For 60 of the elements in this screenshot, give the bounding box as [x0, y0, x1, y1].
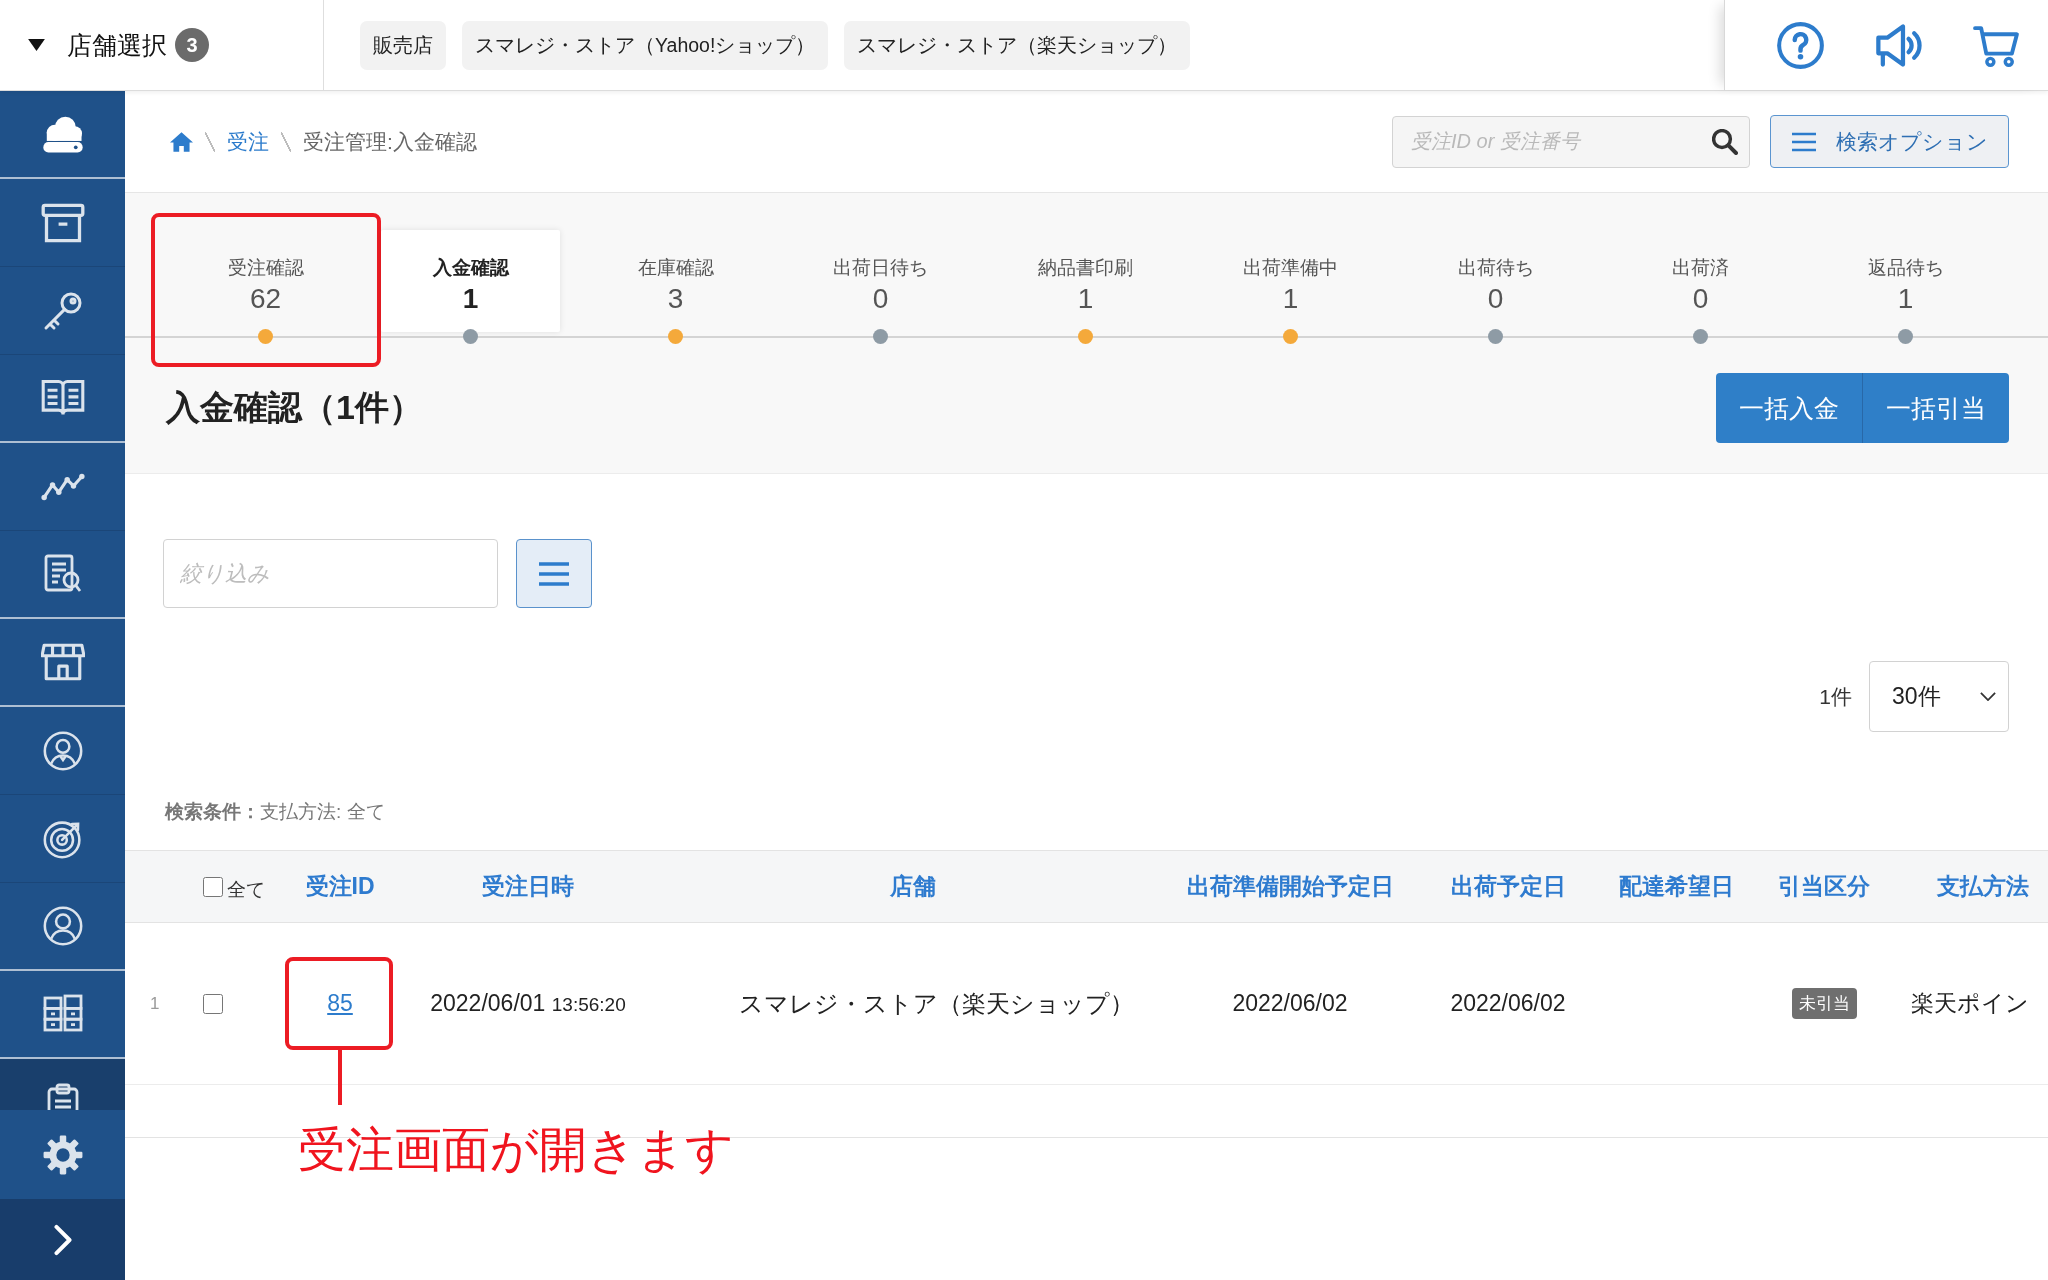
select-all-checkbox[interactable]	[203, 876, 223, 897]
column-header[interactable]: 引当区分	[1778, 871, 1870, 902]
menu-icon	[539, 561, 569, 586]
status-tab[interactable]: 出荷準備中 1	[1201, 230, 1380, 332]
order-datetime: 2022/06/01 13:56:20	[430, 990, 626, 1017]
status-tab[interactable]: 入金確認 1	[381, 230, 560, 332]
store-chip[interactable]: 販売店	[360, 20, 446, 70]
settings-icon[interactable]	[42, 1134, 83, 1175]
cloud-icon[interactable]	[40, 114, 85, 154]
count-badge: 3	[175, 28, 209, 62]
chevron-right-icon[interactable]	[53, 1223, 72, 1256]
chevron-down-icon	[1980, 692, 1996, 701]
column-header[interactable]: 店舗	[890, 871, 936, 902]
bulk-action-button[interactable]: 一括引当	[1862, 373, 2009, 443]
result-count: 1件	[1819, 683, 1852, 710]
payment-method: 楽天ポイン	[1911, 989, 2029, 1018]
bulk-action-button[interactable]: 一括入金	[1716, 373, 1862, 443]
archive-box-icon[interactable]	[40, 202, 85, 243]
status-tab[interactable]: 返品待ち 1	[1816, 230, 1995, 332]
home-icon[interactable]	[170, 131, 193, 152]
book-icon[interactable]	[40, 378, 85, 418]
breadcrumb-link[interactable]: 受注	[227, 127, 269, 156]
breadcrumb-current: 受注管理:入金確認	[303, 128, 477, 155]
filter-menu-button[interactable]	[516, 539, 592, 608]
row-number: 1	[150, 993, 160, 1014]
column-header[interactable]: 支払方法	[1937, 871, 2029, 902]
select-all-label: 全て	[227, 877, 265, 902]
column-header[interactable]: 配達希望日	[1618, 871, 1734, 902]
column-header[interactable]: 受注ID	[305, 871, 375, 902]
search-icon[interactable]	[1712, 128, 1738, 155]
ship-prep-date: 2022/06/02	[1232, 990, 1348, 1017]
status-tab[interactable]: 出荷日待ち 0	[791, 230, 970, 332]
row-checkbox[interactable]	[203, 993, 223, 1014]
column-header[interactable]: 出荷予定日	[1450, 871, 1566, 902]
store-select-button[interactable]: 店舗選択 3	[28, 23, 209, 67]
page-heading: 入金確認（1件）	[166, 387, 423, 428]
megaphone-icon[interactable]	[1875, 21, 1922, 69]
store-name: スマレジ・ストア（楽天ショップ）	[738, 988, 1134, 1019]
status-tab[interactable]: 在庫確認 3	[586, 230, 765, 332]
status-tab[interactable]: 出荷済 0	[1611, 230, 1790, 332]
order-id-link[interactable]: 85	[327, 990, 353, 1017]
search-conditions: 検索条件：支払方法: 全て	[165, 800, 386, 824]
store-chip[interactable]: スマレジ・ストア（楽天ショップ）	[844, 20, 1191, 70]
status-tab[interactable]: 出荷待ち 0	[1406, 230, 1585, 332]
callout-text: 受注画面が開きます	[298, 1124, 734, 1176]
search-field[interactable]: 受注ID or 受注番号	[1392, 115, 1750, 168]
status-tab[interactable]: 納品書印刷 1	[996, 230, 1175, 332]
search-options-button[interactable]: 検索オプション	[1770, 115, 2009, 168]
allocation-badge: 未引当	[1791, 988, 1857, 1019]
ship-date: 2022/06/02	[1450, 990, 1566, 1017]
menu-icon	[1791, 131, 1816, 152]
column-header[interactable]: 受注日時	[482, 871, 574, 902]
store-icon[interactable]	[40, 642, 85, 682]
column-header[interactable]: 出荷準備開始予定日	[1186, 871, 1394, 902]
help-icon[interactable]	[1777, 21, 1824, 69]
caret-icon	[28, 39, 45, 51]
store-chip[interactable]: スマレジ・ストア（Yahoo!ショップ）	[462, 20, 829, 70]
status-tab[interactable]: 受注確認 62	[176, 230, 355, 332]
filter-field[interactable]: 絞り込み	[163, 539, 498, 608]
page-size-select[interactable]: 30件	[1869, 661, 2009, 732]
